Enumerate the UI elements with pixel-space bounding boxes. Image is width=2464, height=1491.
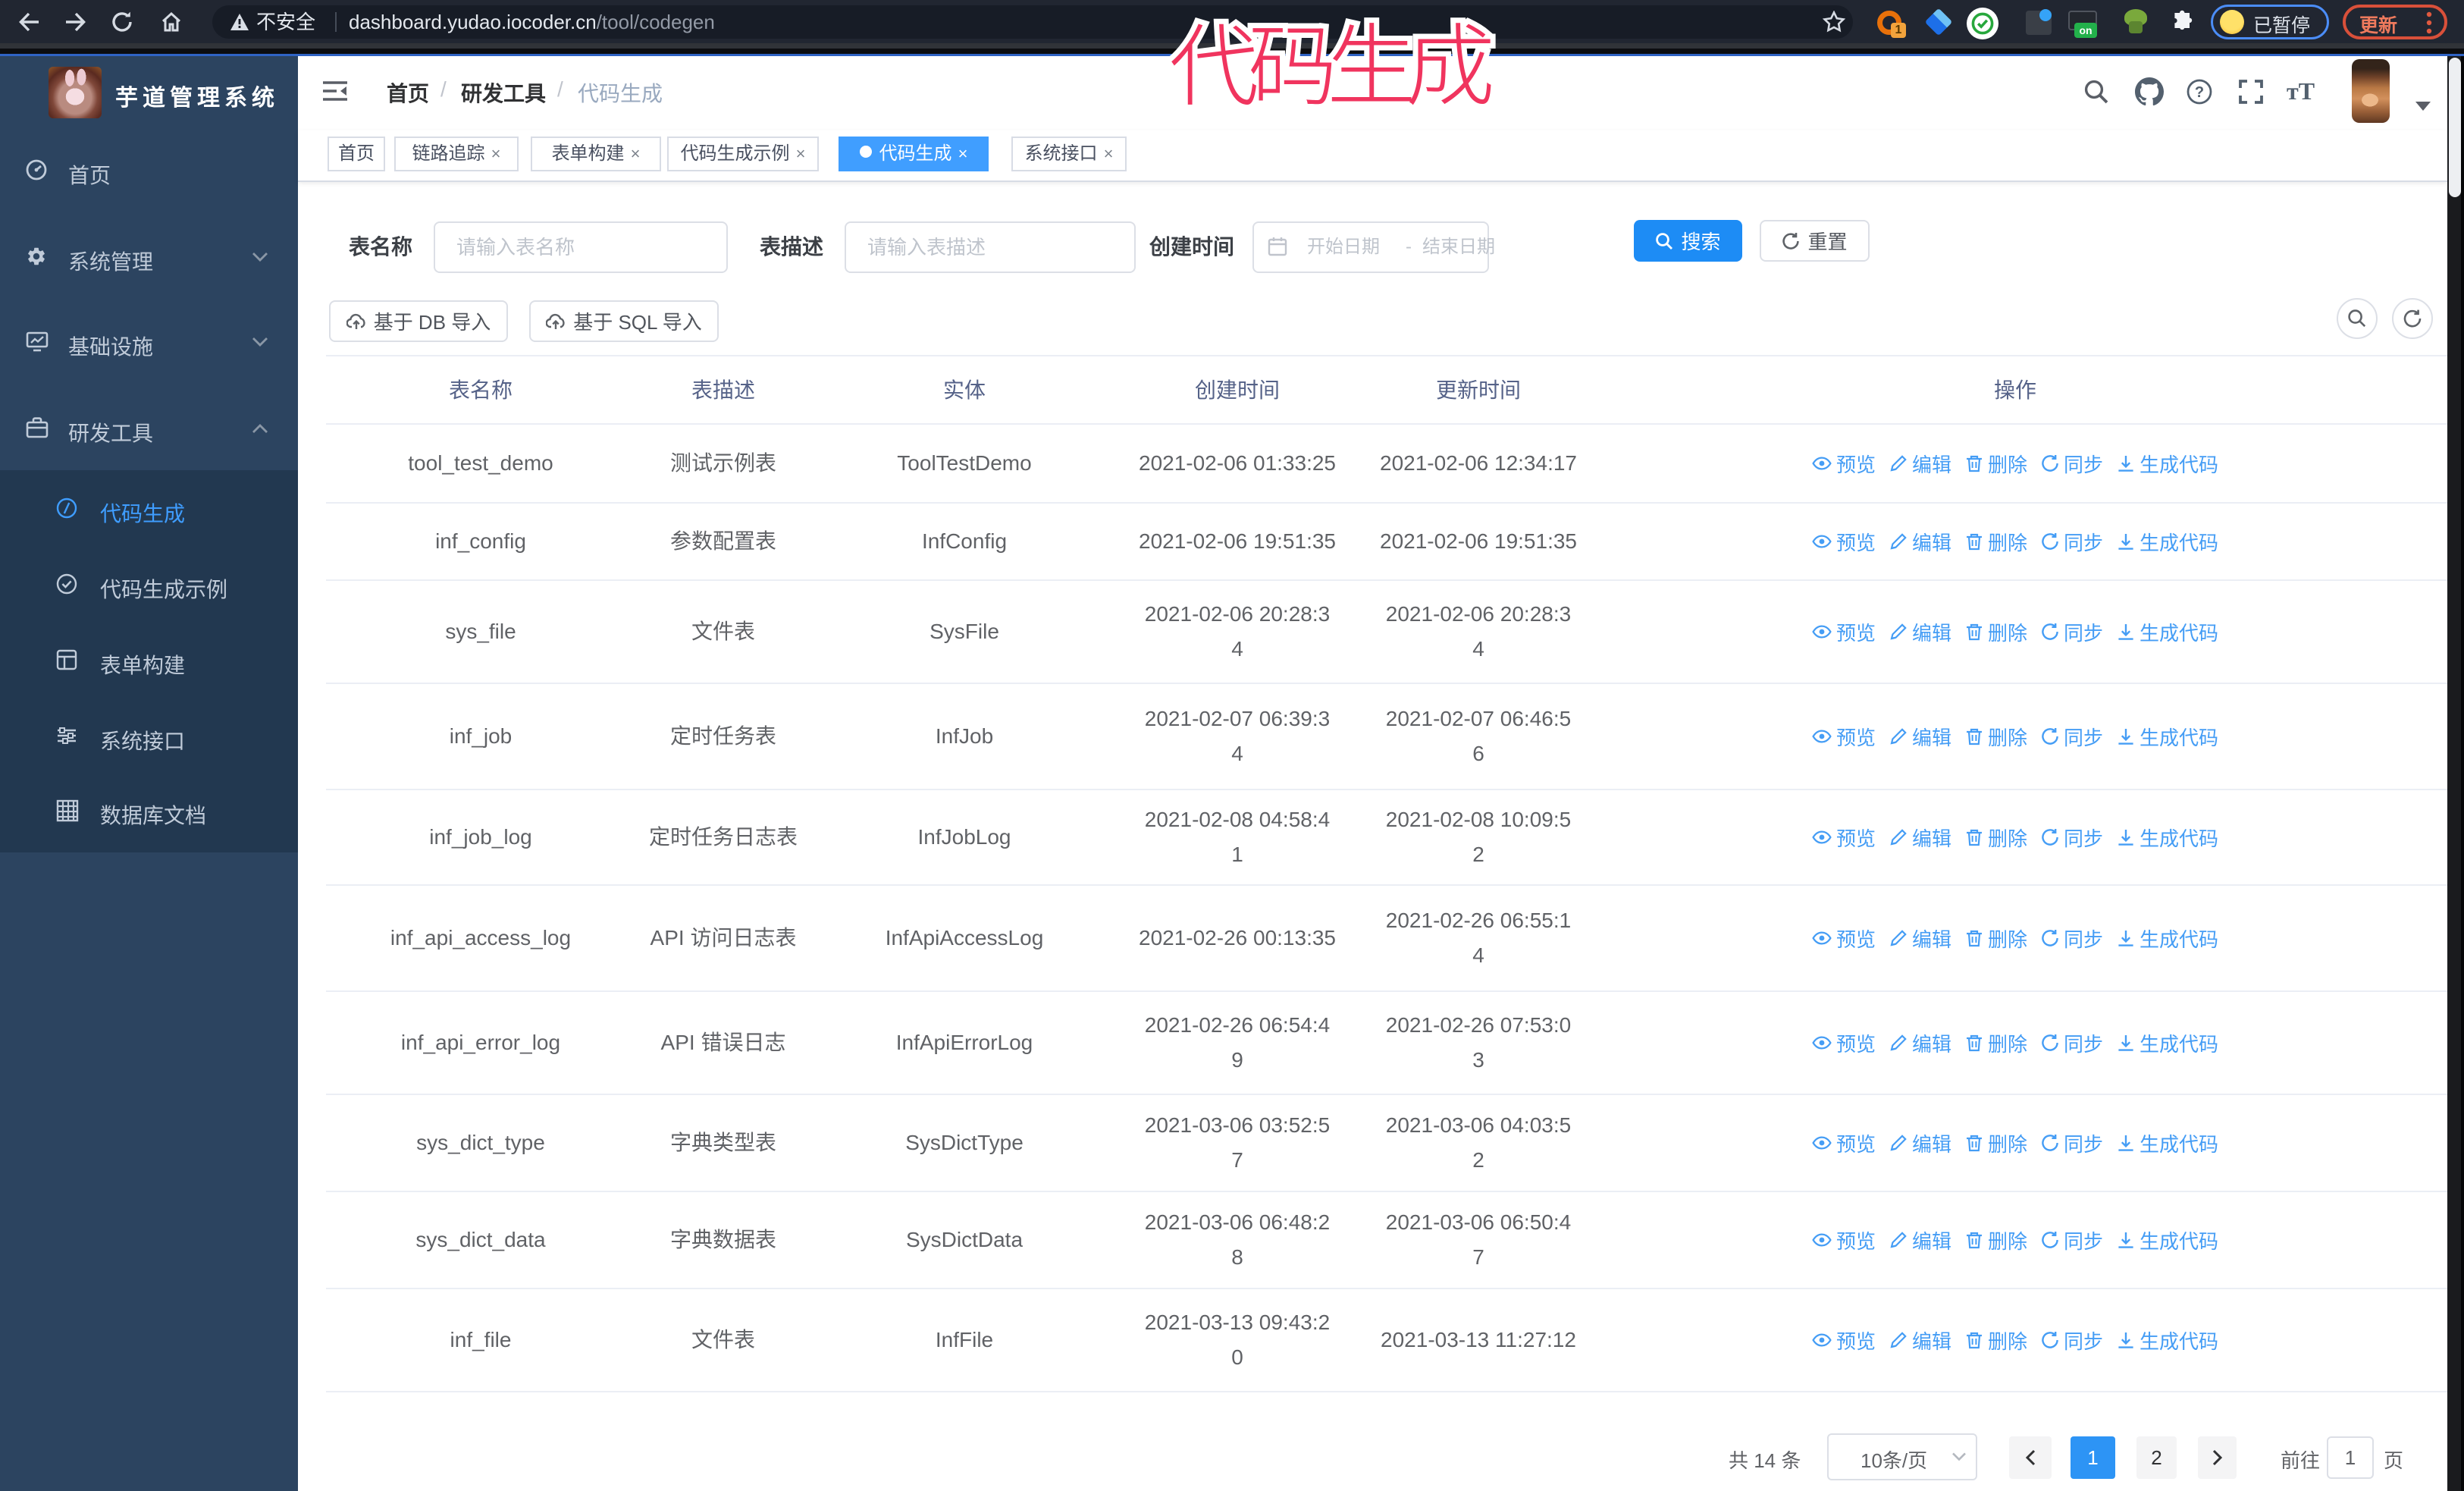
svg-text:?: ?: [2195, 84, 2204, 101]
